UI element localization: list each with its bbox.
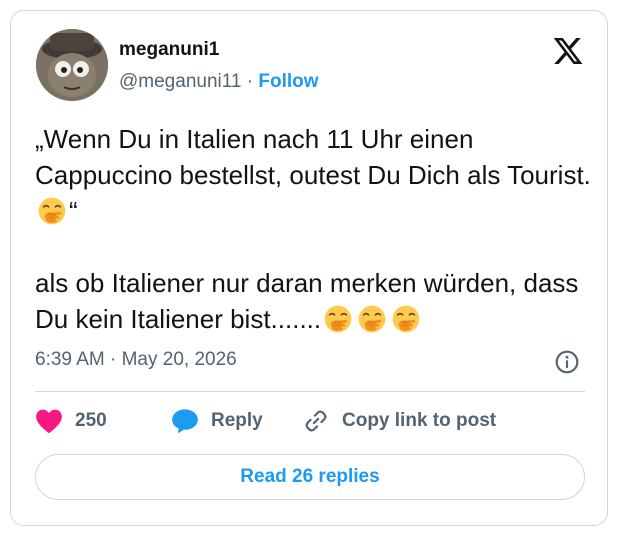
- tweet-text: „Wenn Du in Italien nach 11 Uhr einen Ca…: [35, 121, 595, 337]
- face-with-hand-over-mouth-icon: [357, 304, 387, 334]
- copy-link-button[interactable]: Copy link to post: [302, 408, 496, 434]
- tweet-card: meganuni1 @meganuni11 · Follow „Wenn Du …: [10, 10, 608, 526]
- reply-button[interactable]: Reply: [171, 408, 263, 434]
- tweet-quote-close: “: [69, 196, 78, 226]
- face-with-hand-over-mouth-icon: [391, 304, 421, 334]
- info-icon[interactable]: [554, 349, 580, 375]
- meta-separator: ·: [104, 349, 122, 370]
- author-name[interactable]: meganuni1: [119, 39, 219, 61]
- copy-link-label: Copy link to post: [342, 410, 497, 431]
- read-replies-label: Read 26 replies: [240, 466, 380, 487]
- like-button[interactable]: 250: [35, 408, 107, 434]
- avatar[interactable]: [36, 29, 108, 101]
- reply-bubble-icon: [172, 409, 198, 434]
- tweet-timestamp[interactable]: 6:39 AM · May 20, 2026: [35, 349, 237, 371]
- read-replies-button[interactable]: Read 26 replies: [35, 454, 585, 500]
- face-with-hand-over-mouth-icon: [37, 196, 67, 226]
- divider: [35, 391, 585, 392]
- handle-separator: ·: [241, 71, 259, 92]
- tweet-time: 6:39 AM: [35, 349, 105, 370]
- author-handle-row: @meganuni11 · Follow: [119, 71, 319, 93]
- tweet-comment: als ob Italiener nur daran merken würden…: [35, 268, 586, 334]
- tweet-quote: „Wenn Du in Italien nach 11 Uhr einen Ca…: [35, 124, 591, 190]
- x-logo-icon[interactable]: [551, 35, 585, 67]
- heart-icon: [36, 409, 62, 434]
- reply-label: Reply: [211, 410, 263, 431]
- tweet-date: May 20, 2026: [121, 349, 237, 370]
- follow-link[interactable]: Follow: [258, 71, 318, 92]
- like-count: 250: [75, 410, 107, 431]
- link-icon: [305, 410, 327, 432]
- face-with-hand-over-mouth-icon: [323, 304, 353, 334]
- author-handle[interactable]: @meganuni11: [119, 71, 241, 92]
